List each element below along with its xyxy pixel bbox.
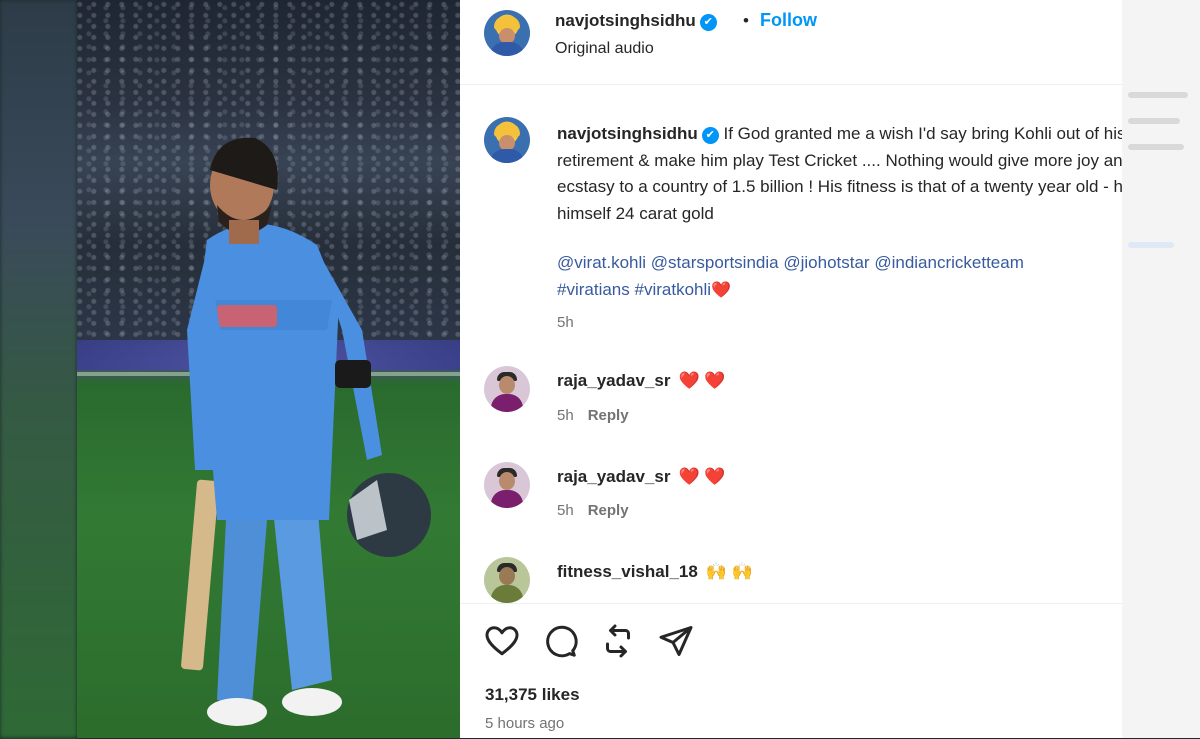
comments-scroll-area[interactable]: navjotsinghsidhu ✔ If God granted me a wi… [460, 85, 1122, 603]
mention-link[interactable]: @virat.kohli [557, 253, 646, 272]
audio-label[interactable]: Original audio [555, 40, 654, 58]
comment-row: raja_yadav_sr ❤️ ❤️ [557, 371, 726, 391]
post-timestamp[interactable]: 5 hours ago [485, 715, 564, 732]
comment-text: ❤️ ❤️ [678, 371, 726, 390]
share-icon[interactable] [658, 623, 694, 659]
heart-icon[interactable] [484, 623, 520, 659]
verified-icon: ✔ [701, 127, 719, 144]
mention-link[interactable]: @starsportsindia [651, 253, 779, 272]
comment-text: ❤️ ❤️ [678, 467, 726, 486]
post-header: navjotsinghsidhu ✔ • Follow Original audi… [460, 0, 1122, 85]
likes-count[interactable]: 31,375 likes [485, 685, 580, 705]
commenter-avatar[interactable] [484, 462, 530, 508]
comment-row: raja_yadav_sr ❤️ ❤️ [557, 467, 726, 487]
separator-dot: • [743, 11, 749, 30]
action-bar: 31,375 likes 5 hours ago [460, 603, 1122, 739]
comment-row: fitness_vishal_18 🙌 🙌 [557, 562, 753, 582]
comment-icon[interactable] [542, 623, 578, 659]
caption-username[interactable]: navjotsinghsidhu [557, 124, 698, 143]
caption-age: 5h [557, 314, 574, 331]
caption-tags: @virat.kohli @starsportsindia @jiohotsta… [557, 250, 1122, 304]
commenter-avatar[interactable] [484, 557, 530, 603]
follow-button[interactable]: Follow [760, 10, 817, 31]
comment-username[interactable]: fitness_vishal_18 [557, 562, 698, 581]
background-right-page [1122, 0, 1200, 738]
repost-icon[interactable] [600, 623, 636, 659]
caption-avatar[interactable] [484, 117, 530, 163]
comment-age: 5h [557, 502, 574, 519]
comment-username[interactable]: raja_yadav_sr [557, 467, 670, 486]
author-avatar[interactable] [484, 10, 530, 56]
heart-emoji: ❤️ [711, 281, 731, 299]
hashtag-link[interactable]: #viratians [557, 280, 630, 299]
hashtag-link[interactable]: #viratkohli [635, 280, 712, 299]
verified-icon: ✔ [699, 14, 717, 31]
player-figure [181, 137, 431, 726]
comment-text: 🙌 🙌 [705, 562, 753, 581]
post-panel: navjotsinghsidhu ✔ • Follow Original audi… [460, 0, 1122, 738]
background-left-blur [0, 0, 77, 738]
reply-button[interactable]: Reply [588, 502, 629, 519]
author-username[interactable]: navjotsinghsidhu ✔ [555, 11, 717, 31]
post-media[interactable] [77, 0, 460, 738]
comment-username[interactable]: raja_yadav_sr [557, 371, 670, 390]
comment-meta: 5h Reply [557, 502, 629, 519]
reply-button[interactable]: Reply [588, 407, 629, 424]
comment-meta: 5h Reply [557, 407, 629, 424]
mention-link[interactable]: @jiohotstar [783, 253, 869, 272]
post-caption: navjotsinghsidhu ✔ If God granted me a wi… [557, 121, 1122, 227]
comment-age: 5h [557, 407, 574, 424]
commenter-avatar[interactable] [484, 366, 530, 412]
mention-link[interactable]: @indiancricketteam [874, 253, 1024, 272]
